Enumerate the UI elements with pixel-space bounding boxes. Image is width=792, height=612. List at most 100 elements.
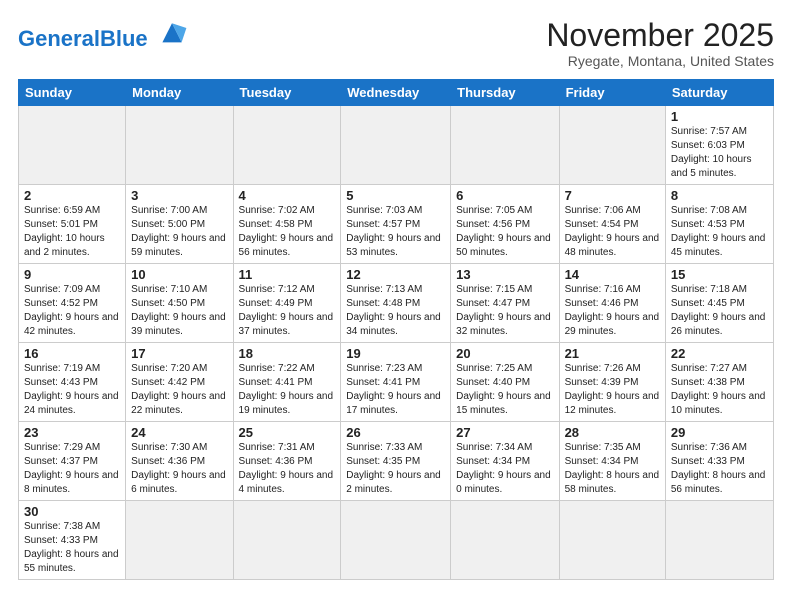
day-info: Sunrise: 7:09 AM Sunset: 4:52 PM Dayligh… xyxy=(24,283,120,339)
day-number: 11 xyxy=(239,267,336,282)
calendar-cell: 9Sunrise: 7:09 AM Sunset: 4:52 PM Daylig… xyxy=(19,264,126,343)
day-info: Sunrise: 6:59 AM Sunset: 5:01 PM Dayligh… xyxy=(24,204,120,260)
calendar-cell: 11Sunrise: 7:12 AM Sunset: 4:49 PM Dayli… xyxy=(233,264,341,343)
calendar-cell: 24Sunrise: 7:30 AM Sunset: 4:36 PM Dayli… xyxy=(126,422,233,501)
day-number: 16 xyxy=(24,346,120,361)
calendar-cell xyxy=(233,106,341,185)
day-info: Sunrise: 7:57 AM Sunset: 6:03 PM Dayligh… xyxy=(671,125,768,181)
day-number: 21 xyxy=(565,346,660,361)
day-info: Sunrise: 7:38 AM Sunset: 4:33 PM Dayligh… xyxy=(24,520,120,576)
calendar-cell: 23Sunrise: 7:29 AM Sunset: 4:37 PM Dayli… xyxy=(19,422,126,501)
calendar-cell: 17Sunrise: 7:20 AM Sunset: 4:42 PM Dayli… xyxy=(126,343,233,422)
day-info: Sunrise: 7:33 AM Sunset: 4:35 PM Dayligh… xyxy=(346,441,445,497)
day-info: Sunrise: 7:16 AM Sunset: 4:46 PM Dayligh… xyxy=(565,283,660,339)
day-number: 14 xyxy=(565,267,660,282)
day-info: Sunrise: 7:05 AM Sunset: 4:56 PM Dayligh… xyxy=(456,204,553,260)
calendar-cell: 6Sunrise: 7:05 AM Sunset: 4:56 PM Daylig… xyxy=(451,185,559,264)
weekday-tuesday: Tuesday xyxy=(233,80,341,106)
calendar-cell: 7Sunrise: 7:06 AM Sunset: 4:54 PM Daylig… xyxy=(559,185,665,264)
day-info: Sunrise: 7:23 AM Sunset: 4:41 PM Dayligh… xyxy=(346,362,445,418)
day-info: Sunrise: 7:31 AM Sunset: 4:36 PM Dayligh… xyxy=(239,441,336,497)
calendar-week-2: 9Sunrise: 7:09 AM Sunset: 4:52 PM Daylig… xyxy=(19,264,774,343)
day-number: 1 xyxy=(671,109,768,124)
title-block: November 2025 Ryegate, Montana, United S… xyxy=(546,18,774,69)
calendar-week-4: 23Sunrise: 7:29 AM Sunset: 4:37 PM Dayli… xyxy=(19,422,774,501)
calendar-cell: 15Sunrise: 7:18 AM Sunset: 4:45 PM Dayli… xyxy=(665,264,773,343)
day-number: 15 xyxy=(671,267,768,282)
calendar-cell xyxy=(451,501,559,580)
day-number: 24 xyxy=(131,425,227,440)
calendar-cell: 12Sunrise: 7:13 AM Sunset: 4:48 PM Dayli… xyxy=(341,264,451,343)
calendar-cell xyxy=(451,106,559,185)
calendar-cell xyxy=(126,106,233,185)
day-info: Sunrise: 7:20 AM Sunset: 4:42 PM Dayligh… xyxy=(131,362,227,418)
logo-icon xyxy=(156,18,188,46)
calendar-cell: 30Sunrise: 7:38 AM Sunset: 4:33 PM Dayli… xyxy=(19,501,126,580)
day-number: 19 xyxy=(346,346,445,361)
calendar-cell: 19Sunrise: 7:23 AM Sunset: 4:41 PM Dayli… xyxy=(341,343,451,422)
calendar-cell: 18Sunrise: 7:22 AM Sunset: 4:41 PM Dayli… xyxy=(233,343,341,422)
weekday-monday: Monday xyxy=(126,80,233,106)
logo-blue: Blue xyxy=(100,26,148,51)
day-number: 9 xyxy=(24,267,120,282)
calendar-cell: 2Sunrise: 6:59 AM Sunset: 5:01 PM Daylig… xyxy=(19,185,126,264)
day-number: 8 xyxy=(671,188,768,203)
month-title: November 2025 xyxy=(546,18,774,53)
day-number: 2 xyxy=(24,188,120,203)
calendar-cell: 1Sunrise: 7:57 AM Sunset: 6:03 PM Daylig… xyxy=(665,106,773,185)
day-number: 20 xyxy=(456,346,553,361)
calendar-cell xyxy=(559,106,665,185)
day-number: 10 xyxy=(131,267,227,282)
logo-text: GeneralBlue xyxy=(18,26,154,51)
day-number: 12 xyxy=(346,267,445,282)
day-number: 23 xyxy=(24,425,120,440)
calendar-cell: 3Sunrise: 7:00 AM Sunset: 5:00 PM Daylig… xyxy=(126,185,233,264)
calendar-week-3: 16Sunrise: 7:19 AM Sunset: 4:43 PM Dayli… xyxy=(19,343,774,422)
day-info: Sunrise: 7:36 AM Sunset: 4:33 PM Dayligh… xyxy=(671,441,768,497)
page: GeneralBlue November 2025 Ryegate, Monta… xyxy=(0,0,792,612)
day-info: Sunrise: 7:35 AM Sunset: 4:34 PM Dayligh… xyxy=(565,441,660,497)
calendar-cell: 25Sunrise: 7:31 AM Sunset: 4:36 PM Dayli… xyxy=(233,422,341,501)
day-info: Sunrise: 7:03 AM Sunset: 4:57 PM Dayligh… xyxy=(346,204,445,260)
calendar-week-0: 1Sunrise: 7:57 AM Sunset: 6:03 PM Daylig… xyxy=(19,106,774,185)
day-number: 30 xyxy=(24,504,120,519)
day-info: Sunrise: 7:02 AM Sunset: 4:58 PM Dayligh… xyxy=(239,204,336,260)
day-number: 25 xyxy=(239,425,336,440)
location: Ryegate, Montana, United States xyxy=(546,53,774,69)
weekday-sunday: Sunday xyxy=(19,80,126,106)
calendar-cell: 21Sunrise: 7:26 AM Sunset: 4:39 PM Dayli… xyxy=(559,343,665,422)
day-number: 3 xyxy=(131,188,227,203)
logo: GeneralBlue xyxy=(18,18,188,51)
day-number: 29 xyxy=(671,425,768,440)
calendar-cell: 14Sunrise: 7:16 AM Sunset: 4:46 PM Dayli… xyxy=(559,264,665,343)
calendar-cell xyxy=(126,501,233,580)
calendar-cell xyxy=(19,106,126,185)
day-info: Sunrise: 7:12 AM Sunset: 4:49 PM Dayligh… xyxy=(239,283,336,339)
calendar-cell xyxy=(559,501,665,580)
day-info: Sunrise: 7:19 AM Sunset: 4:43 PM Dayligh… xyxy=(24,362,120,418)
calendar-cell xyxy=(341,106,451,185)
day-info: Sunrise: 7:08 AM Sunset: 4:53 PM Dayligh… xyxy=(671,204,768,260)
calendar-cell: 4Sunrise: 7:02 AM Sunset: 4:58 PM Daylig… xyxy=(233,185,341,264)
day-number: 27 xyxy=(456,425,553,440)
calendar-week-5: 30Sunrise: 7:38 AM Sunset: 4:33 PM Dayli… xyxy=(19,501,774,580)
day-info: Sunrise: 7:25 AM Sunset: 4:40 PM Dayligh… xyxy=(456,362,553,418)
weekday-saturday: Saturday xyxy=(665,80,773,106)
weekday-header-row: SundayMondayTuesdayWednesdayThursdayFrid… xyxy=(19,80,774,106)
day-number: 5 xyxy=(346,188,445,203)
calendar-cell: 27Sunrise: 7:34 AM Sunset: 4:34 PM Dayli… xyxy=(451,422,559,501)
day-info: Sunrise: 7:18 AM Sunset: 4:45 PM Dayligh… xyxy=(671,283,768,339)
day-info: Sunrise: 7:10 AM Sunset: 4:50 PM Dayligh… xyxy=(131,283,227,339)
calendar-cell xyxy=(341,501,451,580)
day-info: Sunrise: 7:13 AM Sunset: 4:48 PM Dayligh… xyxy=(346,283,445,339)
calendar: SundayMondayTuesdayWednesdayThursdayFrid… xyxy=(18,79,774,580)
day-number: 6 xyxy=(456,188,553,203)
day-number: 26 xyxy=(346,425,445,440)
day-number: 18 xyxy=(239,346,336,361)
calendar-cell: 13Sunrise: 7:15 AM Sunset: 4:47 PM Dayli… xyxy=(451,264,559,343)
day-info: Sunrise: 7:26 AM Sunset: 4:39 PM Dayligh… xyxy=(565,362,660,418)
calendar-week-1: 2Sunrise: 6:59 AM Sunset: 5:01 PM Daylig… xyxy=(19,185,774,264)
calendar-cell: 16Sunrise: 7:19 AM Sunset: 4:43 PM Dayli… xyxy=(19,343,126,422)
weekday-thursday: Thursday xyxy=(451,80,559,106)
calendar-cell: 20Sunrise: 7:25 AM Sunset: 4:40 PM Dayli… xyxy=(451,343,559,422)
